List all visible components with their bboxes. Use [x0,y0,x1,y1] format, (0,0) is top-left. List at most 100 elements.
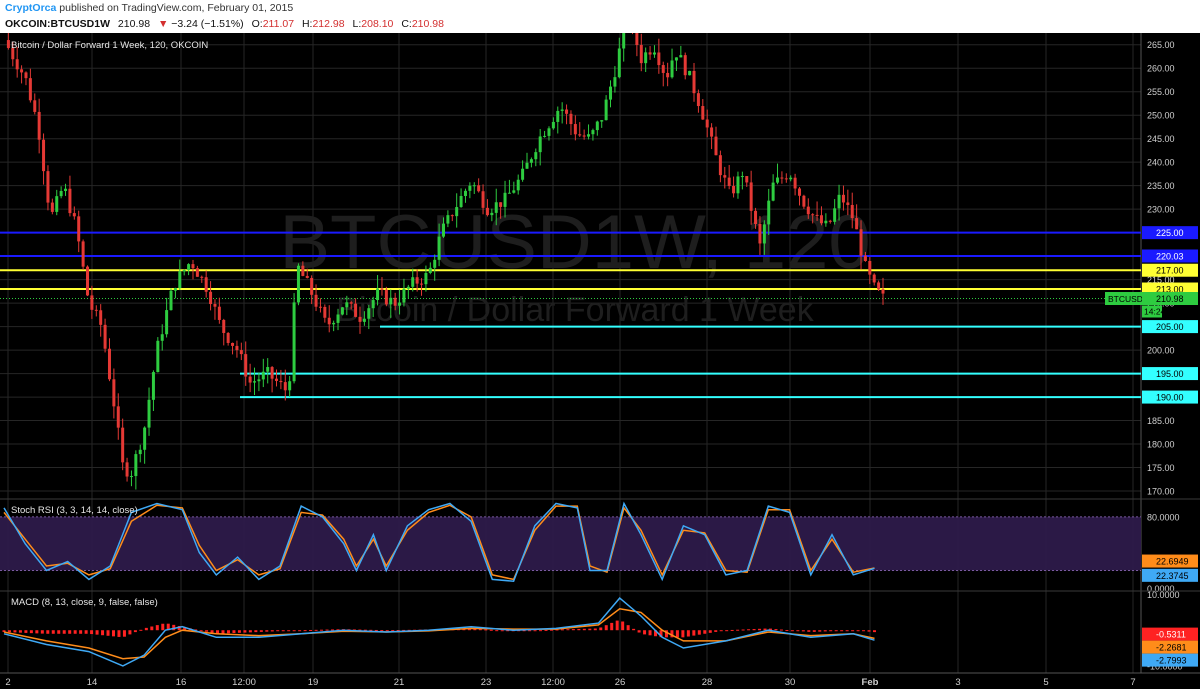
macd-histogram-bar [500,630,504,632]
candle-down [90,295,94,310]
price-tick-label: 240.00 [1147,158,1175,168]
candle-up [151,372,155,400]
macd-histogram-bar [571,629,575,631]
candle-down [692,70,696,94]
macd-histogram-bar [254,630,258,633]
candle-up [547,128,551,136]
candle-up [521,168,525,180]
candle-down [213,304,217,307]
candle-up [253,381,257,383]
macd-histogram-bar [593,628,597,631]
macd-histogram-bar [298,630,302,632]
candle-down [811,214,815,216]
candle-up [688,70,692,76]
macd-histogram-bar [725,630,729,632]
close-label: C: [401,18,412,30]
macd-histogram-bar [287,630,291,632]
candle-up [494,202,498,213]
time-tick-label: 2 [5,677,10,688]
candle-up [371,300,375,309]
macd-histogram-bar [128,630,132,635]
macd-histogram-bar [7,630,11,633]
macd-histogram-bar [73,630,77,634]
time-tick-label: 26 [615,677,626,688]
macd-histogram-bar [133,630,137,633]
macd-histogram-bar [648,630,652,636]
candle-down [112,379,116,407]
macd-histogram-bar [101,630,105,636]
macd-histogram-bar [495,630,499,632]
time-tick-label: 19 [308,677,319,688]
candle-up [463,190,467,196]
candle-up [55,196,59,212]
candle-up [503,192,507,207]
candle-down [310,277,314,295]
macd-histogram-bar [46,630,50,634]
macd-histogram-bar [68,630,72,634]
candle-down [850,204,854,219]
candle-down [727,177,731,187]
candle-down [639,45,643,64]
chart-canvas[interactable]: BTCUSD1W, 120 Bitcoin / Dollar Forward 1… [0,33,1200,689]
candle-up [442,223,445,237]
candle-up [437,236,441,260]
macd-histogram-bar [62,630,66,634]
macd-histogram-bar [752,629,756,631]
candle-up [169,290,173,311]
candle-up [644,52,648,64]
macd-histogram-bar [845,630,849,632]
candle-up [459,195,463,208]
macd-histogram-bar [539,630,543,632]
candle-up [762,224,766,244]
candle-up [670,60,674,78]
candle-down [758,223,762,244]
candle-up [433,259,437,268]
macd-histogram-bar [675,630,679,638]
candle-up [288,381,292,391]
time-tick-label: 12:00 [541,677,565,688]
author-link[interactable]: CryptOrca [5,2,56,14]
macd-histogram-bar [774,629,778,631]
macd-histogram-bar [265,630,269,632]
macd-histogram-bar [632,628,636,631]
macd-histogram-bar [714,630,718,632]
candle-up [428,267,432,274]
candle-down [37,111,41,140]
candle-down [582,135,586,137]
candle-up [837,194,841,209]
level-tag: 205.00 [1156,322,1184,332]
candle-down [569,113,573,125]
macd-histogram-bar [796,630,800,632]
macd-histogram-bar [697,630,701,635]
candle-up [345,302,349,308]
candle-up [622,33,626,49]
candle-down [349,302,353,304]
candle-down [705,119,709,128]
candle-down [283,382,287,391]
candle-up [160,334,164,341]
candle-down [274,378,278,381]
macd-histogram-bar [205,630,209,632]
price-tick-label: 260.00 [1147,64,1175,74]
candle-down [393,297,397,306]
candle-up [411,277,415,287]
macd-histogram-bar [643,630,647,635]
macd-histogram-bar [139,629,143,631]
macd-histogram-bar [155,625,159,631]
last-price: 210.98 [117,18,151,30]
level-tag: 225.00 [1156,228,1184,238]
macd-histogram-bar [533,630,537,632]
candle-up [134,454,138,477]
macd-histogram-bar [615,620,619,631]
macd-histogram-bar [320,629,324,631]
candle-down [121,427,125,463]
candle-up [406,286,410,289]
macd-histogram-bar [57,630,61,634]
macd-histogram-bar [544,629,548,631]
time-axis[interactable]: 2 14 16 12:00 19 21 23 12:00 26 28 30 Feb 3 5 7 [0,672,1200,689]
macd-histogram-bar [270,630,274,632]
macd-signal-tag: -2.2681 [1156,643,1187,653]
candle-down [217,306,221,320]
high-value: 212.98 [312,18,345,30]
candle-up [257,379,261,382]
